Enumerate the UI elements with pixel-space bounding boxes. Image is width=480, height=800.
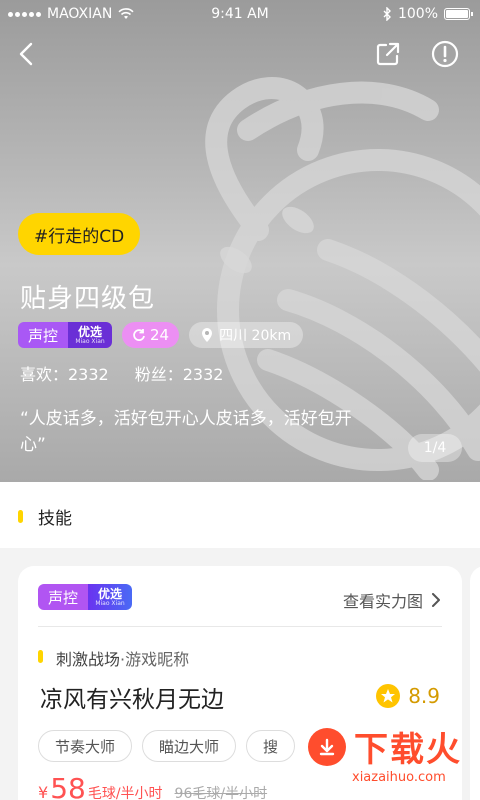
skill-type: ·游戏昵称 xyxy=(120,650,190,669)
chevron-right-icon xyxy=(432,593,440,607)
view-strength-link[interactable]: 查看实力图 xyxy=(343,588,440,612)
profile-badges: 声控 优选 Miao Xian 24 四川 20km xyxy=(18,322,304,348)
share-icon xyxy=(376,42,400,66)
game-nickname-text: 凉风有兴秋月无边 xyxy=(40,687,224,713)
location-text: 四川 20km xyxy=(219,328,292,344)
section-accent-bar xyxy=(18,510,23,523)
share-button[interactable] xyxy=(372,38,404,70)
star-icon xyxy=(376,684,401,708)
profile-stats: 喜欢：2332 粉丝：2332 xyxy=(20,361,223,385)
profile-quote: “人皮话多，活好包开心人皮话多，活好包开心” xyxy=(20,409,352,455)
battery-icon xyxy=(444,8,473,20)
count-badge: 24 xyxy=(122,322,180,348)
skill-title: 刺激战场·游戏昵称 xyxy=(56,646,189,670)
skill-name: 刺激战场 xyxy=(56,650,121,669)
premium-badge-label: 优选 xyxy=(98,586,123,601)
back-arrow-icon xyxy=(19,42,33,66)
topic-tag[interactable]: #行走的CD xyxy=(18,213,141,255)
premium-badge-sub: Miao Xian xyxy=(95,599,125,607)
rating-value: 8.9 xyxy=(408,684,440,708)
status-bar: MAOXIAN 9:41 AM 100% xyxy=(0,0,480,30)
skill-tag[interactable]: 瞄边大师 xyxy=(142,730,237,762)
photo-pager: 1/4 xyxy=(408,434,462,462)
voice-control-badge: 声控 优选 Miao Xian xyxy=(18,322,113,348)
price-currency: ¥ xyxy=(38,783,49,800)
card-divider xyxy=(38,626,442,627)
premium-badge: 优选 Miao Xian xyxy=(88,584,133,610)
location-pin-icon xyxy=(202,328,213,342)
count-value: 24 xyxy=(150,326,170,344)
voice-badge-label: 声控 xyxy=(38,584,89,610)
price: ¥ 58 毛球/半小时 96毛球/半小时 xyxy=(38,772,267,800)
voice-badge-label: 声控 xyxy=(18,322,69,348)
watermark-text: 下载火 xyxy=(354,730,462,770)
watermark: 下载火 xiazaihuo.com xyxy=(268,718,480,800)
skill-tags: 节奏大师 瞄边大师 搜 xyxy=(38,730,296,762)
battery-percent: 100% xyxy=(397,6,438,22)
refresh-icon xyxy=(133,329,145,341)
watermark-url: xiazaihuo.com xyxy=(352,770,446,785)
download-logo-icon xyxy=(308,728,346,766)
alert-icon xyxy=(431,40,459,68)
bluetooth-icon xyxy=(383,7,391,21)
fans-count: 粉丝：2332 xyxy=(134,365,224,384)
report-button[interactable] xyxy=(429,38,461,70)
skill-tag[interactable]: 节奏大师 xyxy=(38,730,133,762)
back-button[interactable] xyxy=(10,38,42,70)
location-badge: 四川 20km xyxy=(189,322,304,348)
price-amount: 58 xyxy=(50,772,86,800)
skills-section-header: 技能 xyxy=(0,482,480,548)
original-price: 96毛球/半小时 xyxy=(174,786,268,800)
premium-badge: 优选 Miao Xian xyxy=(68,322,113,348)
rating: 8.9 xyxy=(376,684,440,708)
skill-accent-bar xyxy=(38,650,43,663)
premium-badge-label: 优选 xyxy=(78,324,103,339)
voice-control-badge: 声控 优选 Miao Xian xyxy=(38,584,133,610)
view-strength-label: 查看实力图 xyxy=(342,592,423,611)
premium-badge-sub: Miao Xian xyxy=(75,337,105,345)
profile-name: 贴身四级包 xyxy=(20,284,156,314)
status-right: 100% xyxy=(383,6,473,22)
likes-count: 喜欢：2332 xyxy=(20,365,109,384)
section-title: 技能 xyxy=(38,509,72,529)
game-nickname: 凉风有兴秋月无边 xyxy=(40,680,224,714)
price-unit: 毛球/半小时 xyxy=(87,786,163,800)
